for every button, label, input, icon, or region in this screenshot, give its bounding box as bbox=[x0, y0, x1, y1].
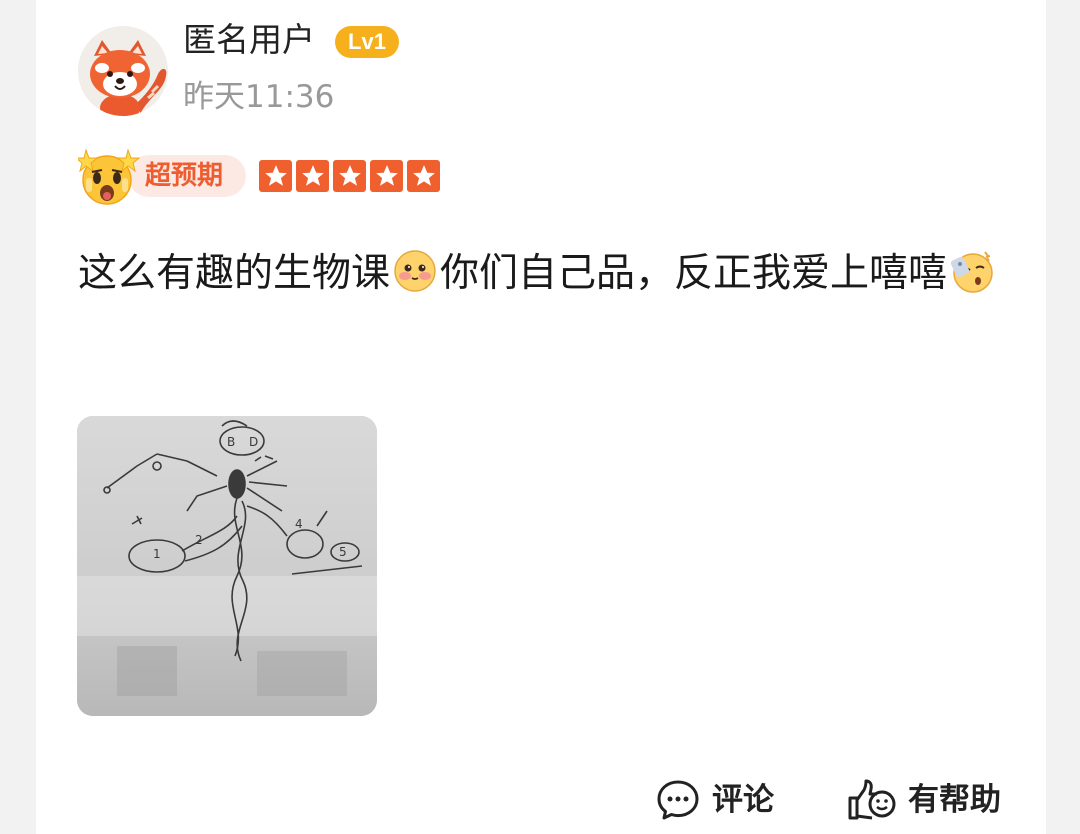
svg-text:B: B bbox=[227, 435, 235, 449]
review-text: 这么有趣的生物课 你们自己品，反正我爱上嘻嘻 bbox=[78, 236, 1008, 311]
star-struck-face-icon bbox=[74, 148, 141, 206]
star-rating bbox=[259, 160, 440, 192]
rating-tag-label: 超预期 bbox=[145, 161, 224, 191]
review-photo[interactable]: B D 1 2 4 5 bbox=[77, 416, 377, 716]
timestamp: 昨天11:36 bbox=[183, 79, 335, 115]
avatar[interactable] bbox=[78, 26, 168, 116]
svg-text:2: 2 bbox=[195, 533, 203, 547]
red-panda-avatar-icon bbox=[78, 26, 168, 116]
star-icon bbox=[296, 160, 329, 192]
username[interactable]: 匿名用户 bbox=[183, 18, 315, 62]
review-text-part-1: 这么有趣的生物课 bbox=[78, 251, 391, 296]
svg-text:4: 4 bbox=[295, 517, 303, 531]
star-icon bbox=[333, 160, 366, 192]
svg-text:1: 1 bbox=[153, 547, 161, 561]
comment-button[interactable]: 评论 bbox=[656, 776, 774, 824]
comment-label: 评论 bbox=[712, 782, 774, 818]
whiteboard-drawing-photo: B D 1 2 4 5 bbox=[77, 416, 377, 716]
smirking-yawn-face-icon bbox=[949, 244, 995, 293]
level-badge: Lv1 bbox=[335, 26, 399, 58]
review-text-part-2: 你们自己品，反正我爱上嘻嘻 bbox=[440, 251, 948, 296]
svg-text:D: D bbox=[249, 435, 258, 449]
svg-text:5: 5 bbox=[339, 545, 347, 559]
comment-bubble-icon bbox=[657, 780, 699, 820]
star-icon bbox=[259, 160, 292, 192]
thumbs-up-smile-icon bbox=[848, 779, 896, 820]
star-icon bbox=[370, 160, 403, 192]
star-icon bbox=[407, 160, 440, 192]
blushing-face-icon bbox=[392, 244, 438, 292]
helpful-button[interactable]: 有帮助 bbox=[846, 776, 1001, 824]
helpful-label: 有帮助 bbox=[908, 782, 1001, 818]
